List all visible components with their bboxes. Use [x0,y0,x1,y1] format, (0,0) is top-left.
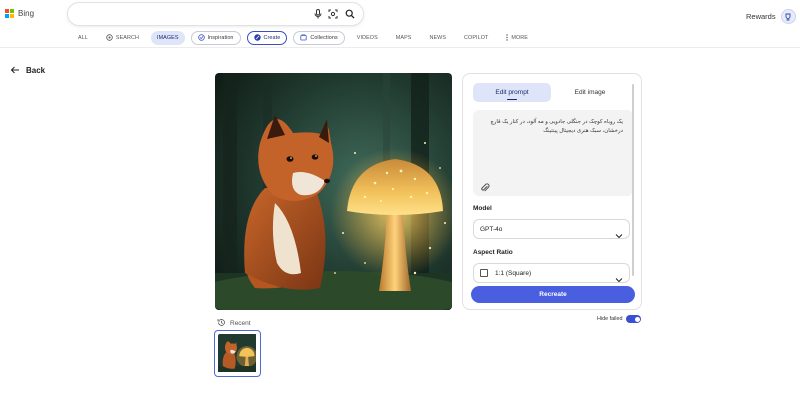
back-label: Back [26,65,46,75]
nav-inspiration[interactable]: Inspiration [190,31,241,45]
recent-thumbnail[interactable] [214,330,261,377]
aspect-ratio-value: 1:1 (Square) [495,269,532,277]
hide-failed-toggle[interactable] [626,315,642,323]
search-input[interactable] [82,7,302,21]
hide-failed-label: Hide failed [597,316,623,322]
search-bar[interactable] [68,3,363,25]
prompt-textarea[interactable]: یک روباه کوچک در جنگلی جادویی و مه آلود،… [473,110,633,196]
nav-collections-label: Collections [310,35,338,41]
collections-icon [300,33,307,43]
model-label: Model [473,205,492,212]
square-ratio-icon [480,269,488,277]
nav-collections[interactable]: Collections [293,31,345,45]
edit-tabs: Edit prompt Edit image [473,83,633,102]
generated-image[interactable] [215,73,452,310]
nav-create[interactable]: Create [246,31,288,45]
tab-edit-image[interactable]: Edit image [551,83,629,102]
tab-edit-image-label: Edit image [574,89,606,96]
microphone-icon[interactable] [312,8,324,20]
tab-edit-prompt-label: Edit prompt [495,89,529,96]
rewards-label: Rewards [746,12,776,21]
recent-label: Recent [230,319,251,327]
arrow-left-icon [10,61,20,79]
aspect-ratio-select[interactable]: 1:1 (Square) [473,263,630,283]
vertical-nav: ALL SEARCH IMAGES Inspiration Create Col… [72,30,540,46]
panel-scrollbar[interactable] [632,84,634,276]
visual-search-icon[interactable] [327,8,339,20]
nav-videos[interactable]: VIDEOS [351,31,384,45]
bing-logo[interactable]: Bing [5,9,34,18]
search-icon[interactable] [344,8,356,20]
brand-name: Bing [18,9,35,18]
nav-all-label: ALL [78,35,88,41]
nav-videos-label: VIDEOS [356,35,378,41]
recreate-button[interactable]: Recreate [471,286,635,303]
nav-copilot[interactable]: COPILOT [458,31,494,45]
nav-all[interactable]: ALL [72,31,94,45]
more-vertical-icon [506,33,509,43]
chevron-down-icon [615,226,623,244]
prompt-text[interactable]: یک روباه کوچک در جنگلی جادویی و مه آلود،… [483,118,623,136]
nav-news-label: NEWS [429,35,447,41]
microsoft-logo-icon [5,9,14,18]
nav-images-label: IMAGES [156,35,179,41]
nav-images[interactable]: IMAGES [150,31,185,45]
rewards-trophy-icon [780,9,796,24]
rewards-button[interactable]: Rewards [746,9,796,24]
edit-panel: Edit prompt Edit image یک روباه کوچک در … [462,73,642,310]
nav-copilot-label: COPILOT [464,35,489,41]
paperclip-icon[interactable] [480,180,490,198]
model-select[interactable]: GPT-4o [473,219,630,239]
model-value: GPT-4o [480,225,503,233]
hide-failed-control: Hide failed [597,315,642,323]
nav-news[interactable]: NEWS [423,31,452,45]
nav-maps-label: MAPS [395,35,412,41]
nav-search-label: SEARCH [115,35,139,41]
nav-create-label: Create [263,35,281,41]
aspect-ratio-label: Aspect Ratio [473,249,513,256]
nav-maps[interactable]: MAPS [390,31,418,45]
back-button[interactable]: Back [10,61,45,79]
nav-inspiration-label: Inspiration [207,35,234,41]
copilot-search-icon [106,33,113,43]
tab-edit-prompt[interactable]: Edit prompt [473,83,551,102]
create-icon [253,33,261,43]
nav-search[interactable]: SEARCH [100,31,145,45]
nav-more[interactable]: MORE [500,31,534,45]
top-header: Bing Rewards ALL SEARCH IMAGES Inspirati… [0,0,800,48]
nav-more-label: MORE [511,35,528,41]
inspiration-icon [197,33,205,43]
thumbnail-image [218,334,257,373]
